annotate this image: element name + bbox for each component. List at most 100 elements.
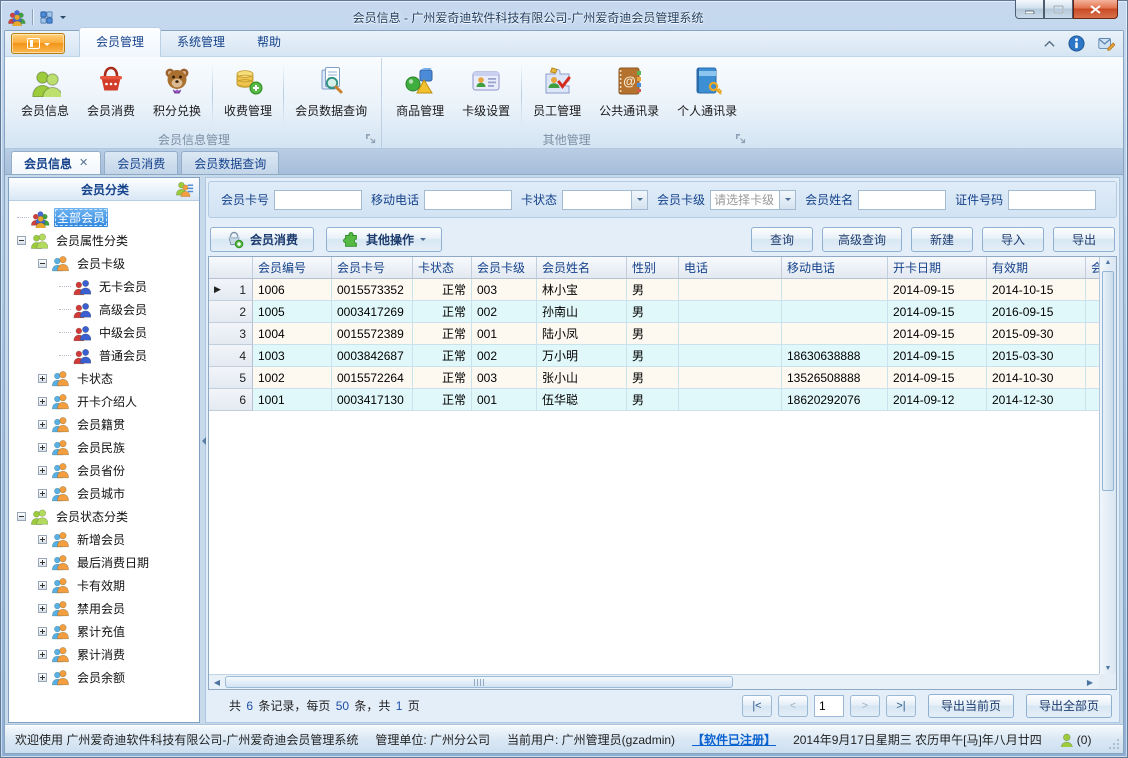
table-row[interactable]: 6 1001 0003417130 正常 001 伍华聪男 18620292076 2014-… <box>209 389 1112 411</box>
table-row[interactable]: 4 1003 0003842687 正常 002 万小明男 18630638888 2014-… <box>209 345 1112 367</box>
table-cell[interactable]: 0003417269 <box>332 301 413 323</box>
tree-expander-plus-icon[interactable] <box>38 466 47 475</box>
table-cell[interactable]: 1003 <box>253 345 332 367</box>
ribbon-item-member-data-query[interactable]: 会员数据查询 <box>286 60 376 130</box>
filter-combo-card-status[interactable] <box>562 189 649 210</box>
table-cell[interactable]: 2016-09-15 <box>987 301 1086 323</box>
tree-item-total-consume[interactable]: 累计消费 <box>9 643 199 666</box>
tree-item-senior-member[interactable]: 高级会员 <box>9 298 199 321</box>
table-cell[interactable]: 正常 <box>413 301 472 323</box>
tree-item-total-recharge[interactable]: 累计充值 <box>9 620 199 643</box>
table-cell[interactable]: 男 <box>627 323 679 345</box>
table-cell[interactable]: 男 <box>627 279 679 301</box>
table-cell[interactable]: 1001 <box>253 389 332 411</box>
filter-input-member-name[interactable] <box>858 189 947 210</box>
tree-item-card-validity[interactable]: 卡有效期 <box>9 574 199 597</box>
ribbon-item-employee-management[interactable]: 员工管理 <box>524 60 590 130</box>
table-cell[interactable]: 0015572264 <box>332 367 413 389</box>
tree-expander-minus-icon[interactable] <box>38 259 47 268</box>
resize-grip-icon[interactable] <box>1108 738 1120 750</box>
table-cell[interactable] <box>679 301 782 323</box>
filter-combo-card-level[interactable]: 请选择卡级 <box>710 189 797 210</box>
table-cell[interactable]: 2014-09-15 <box>888 345 987 367</box>
table-cell[interactable] <box>782 323 888 345</box>
tree-item-middle-member[interactable]: 中级会员 <box>9 321 199 344</box>
prev-page-button[interactable]: < <box>777 694 808 717</box>
grid-column-header[interactable]: 移动电话 <box>782 257 888 278</box>
tree-item-last-consume-date[interactable]: 最后消费日期 <box>9 551 199 574</box>
table-cell[interactable]: 0003842687 <box>332 345 413 367</box>
close-button[interactable] <box>1073 0 1118 19</box>
table-row[interactable]: ▶ 1 1006 0015573352 正常 003 林小宝男 2014-09-15 2014-… <box>209 279 1112 301</box>
table-cell[interactable]: 正常 <box>413 323 472 345</box>
doc-tab-member-info[interactable]: 会员信息 ✕ <box>11 151 102 174</box>
app-menu-button[interactable] <box>11 33 65 54</box>
close-tab-icon[interactable]: ✕ <box>79 158 88 169</box>
tree-expander-plus-icon[interactable] <box>38 650 47 659</box>
tree-expander-plus-icon[interactable] <box>38 443 47 452</box>
table-cell[interactable]: 1002 <box>253 367 332 389</box>
ribbon-item-personal-contacts[interactable]: 个人通讯录 <box>668 60 746 130</box>
table-cell[interactable]: 正常 <box>413 389 472 411</box>
advanced-query-button[interactable]: 高级查询 <box>821 227 902 252</box>
grid-column-header[interactable]: 会员卡级 <box>472 257 537 278</box>
export-button[interactable]: 导出 <box>1053 227 1115 252</box>
first-page-button[interactable]: |< <box>741 694 772 717</box>
table-cell[interactable]: 0015573352 <box>332 279 413 301</box>
scroll-right-icon[interactable]: ▶ <box>1082 678 1098 687</box>
table-cell[interactable]: 2014-12-30 <box>987 389 1086 411</box>
table-row[interactable]: 2 1005 0003417269 正常 002 孙南山男 2014-09-15 2016-0… <box>209 301 1112 323</box>
minimize-button[interactable] <box>1015 0 1044 19</box>
tree-item-card-status[interactable]: 卡状态 <box>9 367 199 390</box>
grid-column-header[interactable]: 会员卡号 <box>332 257 413 278</box>
ribbon-tab-help[interactable]: 帮助 <box>241 28 297 56</box>
table-cell[interactable] <box>679 367 782 389</box>
table-cell[interactable]: 002 <box>472 345 537 367</box>
export-all-pages-button[interactable]: 导出全部页 <box>1025 693 1112 718</box>
table-cell[interactable]: 2014-09-15 <box>888 301 987 323</box>
table-cell[interactable]: 孙南山 <box>537 301 627 323</box>
tree-item-member-city[interactable]: 会员城市 <box>9 482 199 505</box>
table-cell[interactable]: 万小明 <box>537 345 627 367</box>
ribbon-item-fee-management[interactable]: 收费管理 <box>215 60 281 130</box>
page-input[interactable] <box>813 694 844 717</box>
quick-access-toolbar-icon[interactable] <box>39 10 54 25</box>
table-cell[interactable] <box>679 345 782 367</box>
table-cell[interactable]: 003 <box>472 367 537 389</box>
table-cell[interactable]: 男 <box>627 367 679 389</box>
doc-tab-member-data-query[interactable]: 会员数据查询 <box>181 151 280 174</box>
grid-column-header[interactable]: 会员姓名 <box>537 257 627 278</box>
table-cell[interactable] <box>782 301 888 323</box>
table-cell[interactable]: 正常 <box>413 367 472 389</box>
table-cell[interactable]: 13526508888 <box>782 367 888 389</box>
table-cell[interactable]: 正常 <box>413 279 472 301</box>
maximize-button[interactable] <box>1044 0 1073 19</box>
table-cell[interactable]: 伍华聪 <box>537 389 627 411</box>
tree-item-card-level[interactable]: 会员卡级 <box>9 252 199 275</box>
message-indicator[interactable]: (0) <box>1059 733 1091 747</box>
tree-item-status-category[interactable]: 会员状态分类 <box>9 505 199 528</box>
doc-tab-member-consume[interactable]: 会员消费 <box>104 151 179 174</box>
next-page-button[interactable]: > <box>849 694 880 717</box>
tree-expander-minus-icon[interactable] <box>17 512 26 521</box>
tree-expander-plus-icon[interactable] <box>38 627 47 636</box>
table-cell[interactable]: 001 <box>472 323 537 345</box>
table-row[interactable]: 3 1004 0015572389 正常 001 陆小凤男 2014-09-15 2015-0… <box>209 323 1112 345</box>
ribbon-tab-system-management[interactable]: 系统管理 <box>161 28 241 56</box>
tree-item-attr-category[interactable]: 会员属性分类 <box>9 229 199 252</box>
filter-input-mobile[interactable] <box>424 189 513 210</box>
filter-input-id-number[interactable] <box>1008 189 1097 210</box>
ribbon-tab-member-management[interactable]: 会员管理 <box>79 27 162 57</box>
table-cell[interactable]: 2014-10-30 <box>987 367 1086 389</box>
tree-item-member-origin[interactable]: 会员籍贯 <box>9 413 199 436</box>
tree-item-all-members[interactable]: 全部会员 <box>9 206 199 229</box>
table-cell[interactable]: 1005 <box>253 301 332 323</box>
tree-expander-plus-icon[interactable] <box>38 374 47 383</box>
combo-dropdown-button[interactable] <box>631 190 648 209</box>
ribbon-item-member-info[interactable]: 会员信息 <box>12 60 78 130</box>
tree-item-card-introducer[interactable]: 开卡介绍人 <box>9 390 199 413</box>
grid-column-header[interactable]: 有效期 <box>987 257 1086 278</box>
table-cell[interactable]: 2015-03-30 <box>987 345 1086 367</box>
tree-expander-plus-icon[interactable] <box>38 420 47 429</box>
vertical-scrollbar[interactable]: ▲ ▼ <box>1099 257 1116 674</box>
